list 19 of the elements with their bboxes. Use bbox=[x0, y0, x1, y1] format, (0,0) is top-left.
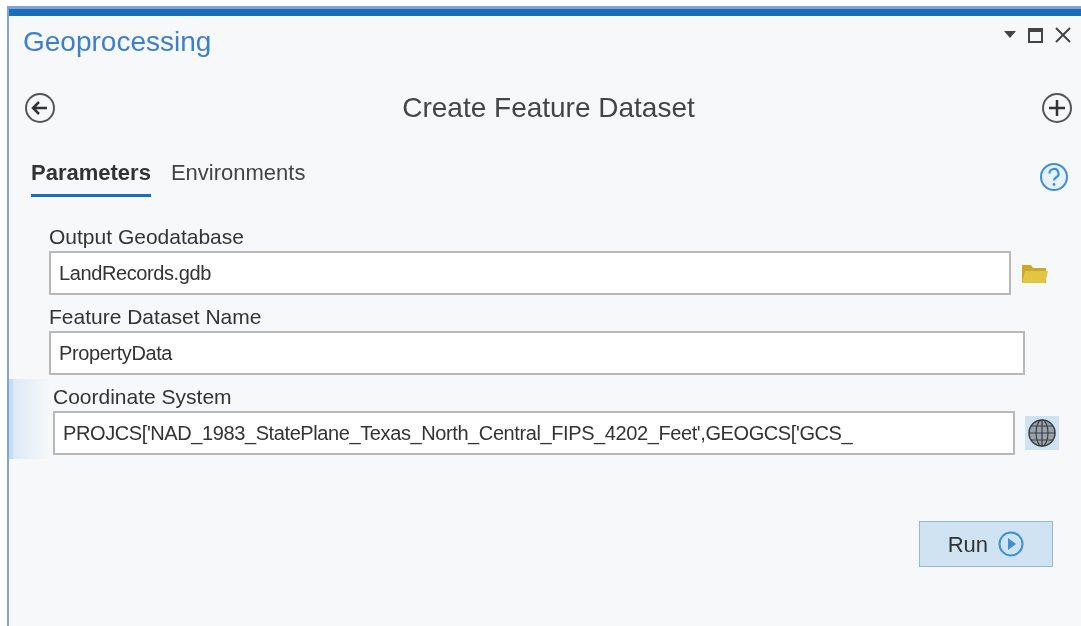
tab[interactable]: Environments bbox=[170, 156, 306, 197]
input-field[interactable]: PROJCS['NAD_1983_StatePlane_Texas_North_Central_FIPS_4202_Feet',GEOGCS['GCS_ bbox=[53, 411, 1015, 455]
tab[interactable]: Parameters bbox=[31, 156, 151, 197]
parameter-label: Feature Dataset Name bbox=[49, 304, 263, 330]
tool-title: Create Feature Dataset bbox=[402, 91, 695, 125]
parameter-label: Coordinate System bbox=[53, 384, 233, 410]
parameter-label: Output Geodatabase bbox=[49, 224, 245, 250]
run-button[interactable]: Run bbox=[918, 521, 1053, 567]
globe-icon[interactable] bbox=[1025, 416, 1059, 450]
input-field[interactable]: PropertyData bbox=[49, 331, 1025, 375]
back-icon[interactable] bbox=[24, 92, 56, 124]
add-icon[interactable] bbox=[1041, 92, 1073, 124]
help-icon[interactable] bbox=[1039, 161, 1069, 192]
dropdown-icon[interactable] bbox=[1004, 31, 1016, 39]
pane-title: Geoprocessing bbox=[23, 25, 212, 59]
maximize-icon[interactable] bbox=[1028, 27, 1043, 43]
close-icon[interactable] bbox=[1055, 27, 1071, 43]
play-icon bbox=[998, 531, 1024, 557]
input-field[interactable]: LandRecords.gdb bbox=[49, 251, 1011, 295]
